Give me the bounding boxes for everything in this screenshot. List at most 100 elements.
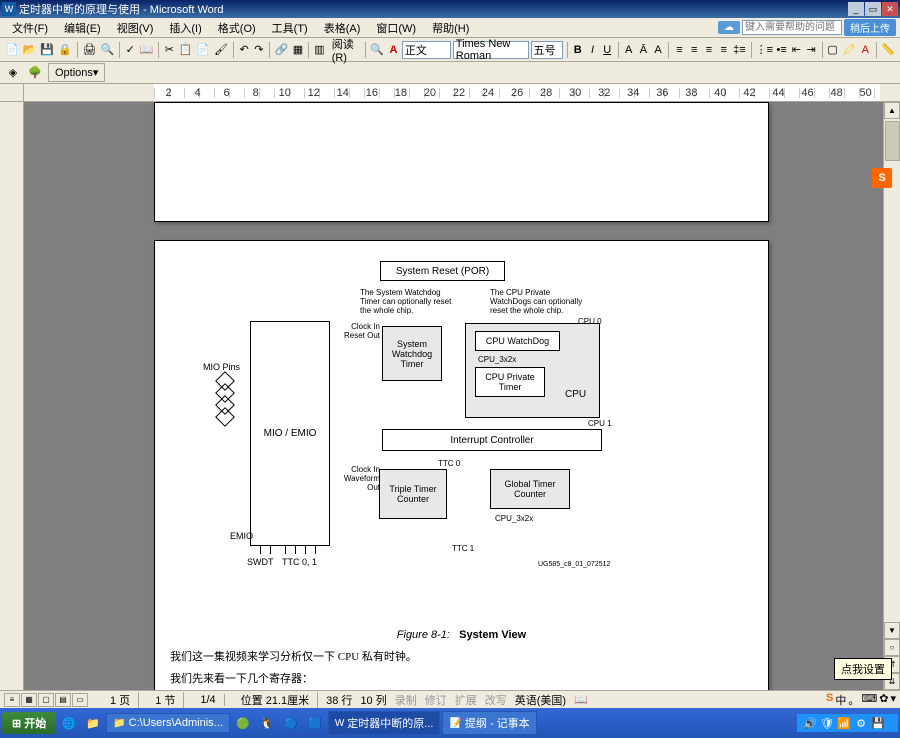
align-center-icon[interactable]: ≡ <box>688 41 701 59</box>
restore-button[interactable]: ▭ <box>865 2 881 16</box>
align-right-icon[interactable]: ≡ <box>703 41 716 59</box>
align-left-icon[interactable]: ≡ <box>673 41 686 59</box>
line-spacing-icon[interactable]: ‡≡ <box>732 41 747 59</box>
chrome-icon[interactable]: 🟢 <box>232 712 254 734</box>
undo-icon[interactable]: ↶ <box>238 41 251 59</box>
save-icon[interactable]: 💾 <box>39 41 55 59</box>
numbered-list-icon[interactable]: ⋮≡ <box>755 41 773 59</box>
char-border-icon[interactable]: Ā <box>637 41 650 59</box>
ime-punct-icon[interactable]: 。 <box>848 692 859 708</box>
copy-icon[interactable]: 📋 <box>178 41 194 59</box>
scroll-up-icon[interactable]: ▲ <box>884 102 900 119</box>
tray-icon-2[interactable]: 🛡 <box>820 716 834 730</box>
columns-icon[interactable]: ▥ <box>313 41 326 59</box>
menu-view[interactable]: 视图(V) <box>109 18 162 38</box>
explorer-icon[interactable]: 📁 <box>82 712 104 734</box>
font-color-icon[interactable]: A <box>859 41 872 59</box>
redo-icon[interactable]: ↷ <box>252 41 265 59</box>
view-reading-icon[interactable]: ▭ <box>72 693 88 707</box>
paragraph-2[interactable]: 我们先来看一下几个寄存器： <box>170 671 753 689</box>
permission-icon[interactable]: 🔒 <box>57 41 73 59</box>
menu-file[interactable]: 文件(F) <box>4 18 56 38</box>
preview-icon[interactable]: 🔍 <box>99 41 115 59</box>
char-shading-icon[interactable]: A <box>622 41 635 59</box>
task-word[interactable]: W 定时器中断的原... <box>328 711 441 735</box>
size-select[interactable]: 五号 <box>531 41 563 59</box>
ime-cn-icon[interactable]: 中 <box>835 692 846 708</box>
task-notepad[interactable]: 📝 提纲 - 记事本 <box>442 711 536 735</box>
table-icon[interactable]: ▦ <box>292 41 305 59</box>
increase-indent-icon[interactable]: ⇥ <box>805 41 818 59</box>
char-scale-icon[interactable]: A <box>652 41 665 59</box>
border-icon[interactable]: ▢ <box>826 41 839 59</box>
open-icon[interactable]: 📂 <box>22 41 38 59</box>
tray-icon-3[interactable]: 📶 <box>837 716 851 730</box>
outline-icon[interactable]: ◈ <box>4 64 22 82</box>
ime-sogou-icon[interactable]: S <box>826 692 833 708</box>
link-icon[interactable]: 🔗 <box>274 41 290 59</box>
close-button[interactable]: ✕ <box>882 2 898 16</box>
research-icon[interactable]: 📖 <box>139 41 155 59</box>
qq-icon[interactable]: 🐧 <box>256 712 278 734</box>
ruler-icon[interactable]: 📏 <box>880 41 896 59</box>
view-normal-icon[interactable]: ≡ <box>4 693 20 707</box>
format-painter-icon[interactable]: 🖌 <box>213 41 229 59</box>
browse-select-icon[interactable]: ○ <box>884 639 900 656</box>
font-select[interactable]: Times New Roman <box>453 41 529 59</box>
underline-icon[interactable]: U <box>601 41 614 59</box>
status-rev[interactable]: 修订 <box>425 692 447 708</box>
document-area[interactable]: System Reset (POR) The System Watchdog T… <box>24 102 883 690</box>
italic-icon[interactable]: I <box>586 41 599 59</box>
view-print-icon[interactable]: ▢ <box>38 693 54 707</box>
scroll-thumb[interactable] <box>885 121 900 161</box>
start-button[interactable]: ⊞ 开始 <box>2 712 56 734</box>
paragraph-1[interactable]: 我们这一集视频来学习分析仅一下 CPU 私有时钟。 <box>170 649 753 667</box>
status-ovr[interactable]: 改写 <box>485 692 507 708</box>
ime-sym-icon[interactable]: ✿ <box>879 692 888 708</box>
status-ext[interactable]: 扩展 <box>455 692 477 708</box>
menu-insert[interactable]: 插入(I) <box>161 18 209 38</box>
justify-icon[interactable]: ≡ <box>717 41 730 59</box>
tray-icon-4[interactable]: ⚙ <box>854 716 868 730</box>
app1-icon[interactable]: 🔵 <box>280 712 302 734</box>
read-button[interactable]: 阅读(R) <box>328 35 361 65</box>
options-button[interactable]: Options▾ <box>48 63 105 82</box>
tray-icon-1[interactable]: 🔊 <box>803 716 817 730</box>
scroll-down-icon[interactable]: ▼ <box>884 622 900 639</box>
cloud-icon[interactable]: ☁ <box>718 21 740 34</box>
paste-icon[interactable]: 📄 <box>195 41 211 59</box>
status-rec[interactable]: 录制 <box>395 692 417 708</box>
upload-button[interactable]: 稍后上传 <box>844 19 896 36</box>
help-search[interactable] <box>742 20 842 35</box>
ime-menu-icon[interactable]: ▾ <box>890 692 896 708</box>
tray-icon-5[interactable]: 💾 <box>871 716 885 730</box>
menu-format[interactable]: 格式(O) <box>210 18 264 38</box>
ime-kbd-icon[interactable]: ⌨ <box>861 692 877 708</box>
highlight-icon[interactable]: 🖍 <box>841 41 857 59</box>
view-web-icon[interactable]: ▦ <box>21 693 37 707</box>
tree-icon[interactable]: 🌳 <box>26 64 44 82</box>
zoom-icon[interactable]: 🔍 <box>369 41 385 59</box>
tray-tooltip[interactable]: 点我设置 <box>834 658 892 680</box>
spell-icon[interactable]: ✓ <box>124 41 137 59</box>
view-outline-icon[interactable]: ▤ <box>55 693 71 707</box>
menu-help[interactable]: 帮助(H) <box>424 18 477 38</box>
vertical-ruler[interactable] <box>0 102 24 690</box>
menu-window[interactable]: 窗口(W) <box>368 18 424 38</box>
task-explorer[interactable]: 📁 C:\Users\Adminis... <box>106 713 230 733</box>
style-select[interactable]: 正文 <box>402 41 451 59</box>
system-tray[interactable]: 🔊 🛡 📶 ⚙ 💾 <box>797 714 898 732</box>
new-icon[interactable]: 📄 <box>4 41 20 59</box>
vertical-scrollbar[interactable]: ▲ ▼ ○ ⇈ ⇊ <box>883 102 900 690</box>
bold-icon[interactable]: B <box>571 41 584 59</box>
cut-icon[interactable]: ✂ <box>163 41 176 59</box>
minimize-button[interactable]: _ <box>848 2 864 16</box>
status-lang[interactable]: 英语(美国) <box>515 692 566 708</box>
horizontal-ruler[interactable]: 2468101214161820222426283032343638404244… <box>154 84 880 101</box>
char-format-icon[interactable]: A <box>387 41 400 59</box>
menu-edit[interactable]: 编辑(E) <box>56 18 109 38</box>
ie-icon[interactable]: 🌐 <box>58 712 80 734</box>
decrease-indent-icon[interactable]: ⇤ <box>790 41 803 59</box>
print-icon[interactable]: 🖨 <box>81 41 97 59</box>
bullet-list-icon[interactable]: •≡ <box>775 41 788 59</box>
